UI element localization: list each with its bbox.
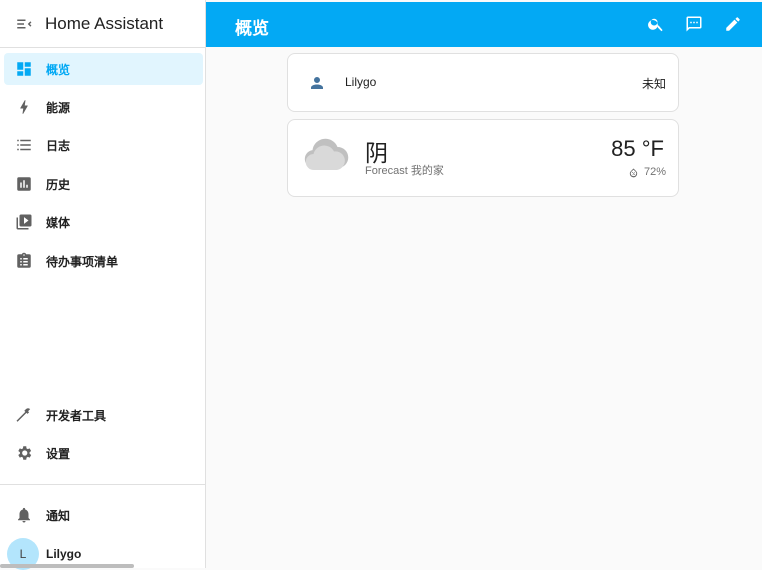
cloud-icon [304, 138, 349, 171]
assist-icon [686, 16, 702, 32]
assist-button[interactable] [684, 14, 704, 34]
sidebar-item-media[interactable]: 媒体 [4, 206, 203, 238]
sidebar-divider [0, 484, 205, 485]
pencil-icon [726, 17, 740, 31]
scrollbar-thumb[interactable] [0, 564, 134, 568]
sidebar-item-label: 开发者工具 [46, 408, 107, 423]
sidebar-item-overview[interactable]: 概览 [4, 53, 203, 85]
search-icon [648, 18, 663, 32]
bell-icon [14, 505, 34, 525]
dashboard-icon [14, 59, 34, 79]
top-app-bar: 概览 [206, 2, 762, 47]
chart-box-icon [14, 174, 34, 194]
weather-humidity: 72% [628, 166, 666, 178]
page-title: 概览 [235, 19, 269, 38]
sidebar-item-label: 通知 [46, 508, 71, 523]
cog-icon [14, 443, 34, 463]
water-percent-icon [629, 168, 638, 177]
person-state: 未知 [641, 77, 666, 91]
app-title: Home Assistant [45, 13, 164, 33]
sidebar-item-label: 历史 [46, 177, 71, 192]
person-entity-card[interactable]: Lilygo 未知 [287, 53, 679, 112]
sidebar-item-label: 媒体 [46, 215, 71, 230]
sidebar-header: Home Assistant [0, 0, 205, 48]
sidebar-item-todo[interactable]: 待办事项清单 [4, 245, 203, 277]
weather-forecast-card[interactable]: 阴 Forecast 我的家 85 °F 72% [287, 119, 679, 197]
menu-toggle-button[interactable] [14, 14, 34, 34]
sidebar-item-label: 能源 [46, 100, 71, 115]
sidebar-item-history[interactable]: 历史 [4, 168, 203, 200]
sidebar-item-settings[interactable]: 设置 [4, 437, 203, 469]
search-button[interactable] [646, 14, 666, 34]
menu-collapse-icon [17, 19, 32, 28]
play-box-multiple-icon [14, 212, 34, 232]
sidebar: Home Assistant 概览 能源 日志 历史 媒体 待办事项清单 开发者… [0, 0, 206, 570]
list-icon [14, 135, 34, 155]
weather-temperature: 85 °F [611, 136, 664, 161]
sidebar-item-energy[interactable]: 能源 [4, 91, 203, 123]
clipboard-list-icon [14, 251, 34, 271]
sidebar-item-notifications[interactable]: 通知 [4, 499, 203, 531]
hammer-icon [14, 405, 34, 425]
sidebar-item-label: 概览 [46, 62, 71, 77]
edit-dashboard-button[interactable] [723, 14, 743, 34]
sidebar-item-label: 日志 [46, 138, 71, 153]
sidebar-item-logbook[interactable]: 日志 [4, 129, 203, 161]
sidebar-item-label: 设置 [46, 446, 71, 461]
sidebar-item-label: 待办事项清单 [46, 254, 119, 269]
humidity-value: 72% [643, 166, 666, 178]
lightning-bolt-icon [14, 97, 34, 117]
weather-subtitle: Forecast 我的家 [365, 165, 444, 177]
person-name: Lilygo [345, 75, 377, 89]
user-name[interactable]: Lilygo [46, 547, 81, 561]
sidebar-item-developer-tools[interactable]: 开发者工具 [4, 399, 203, 431]
account-icon [311, 77, 323, 89]
